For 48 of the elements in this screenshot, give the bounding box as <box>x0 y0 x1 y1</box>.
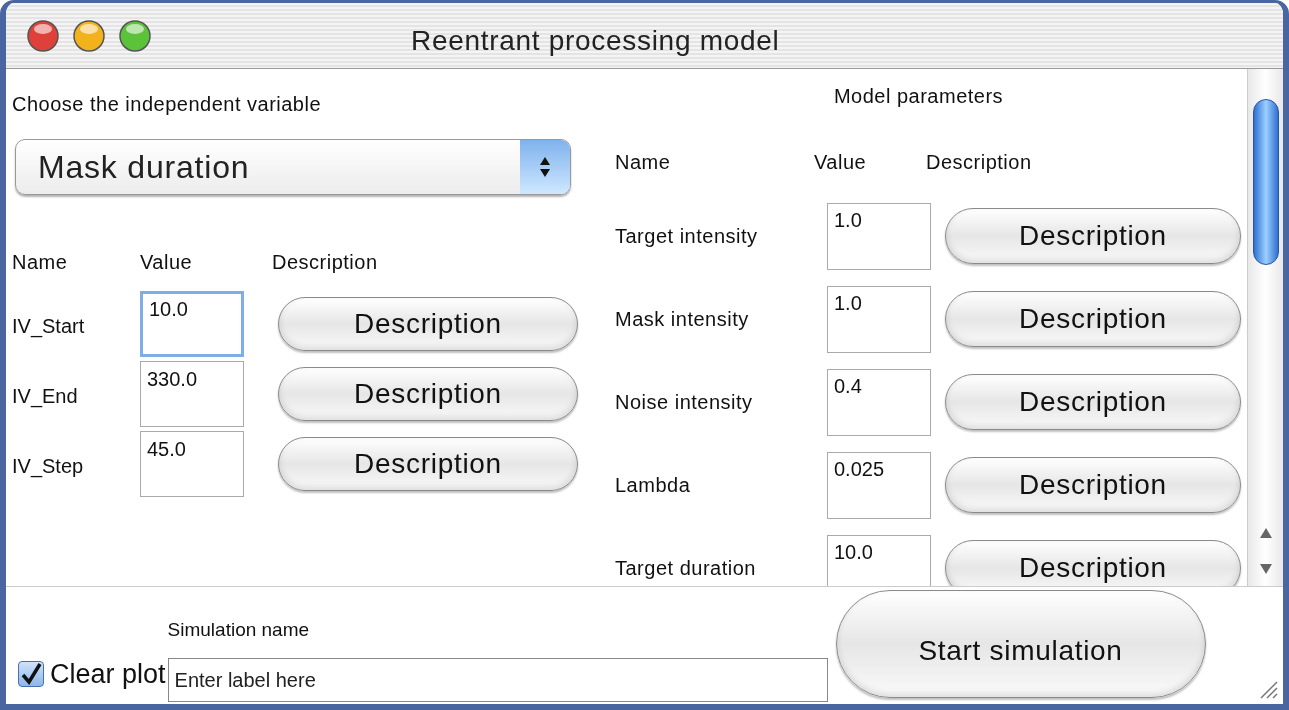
checkbox[interactable] <box>18 660 44 687</box>
parameter-name: Target duration <box>615 556 757 581</box>
value-field[interactable]: 10.0 <box>140 291 244 357</box>
column-header: Description <box>926 150 1033 175</box>
value-field[interactable]: 0.4 <box>827 369 931 436</box>
dropdown-arrows-icon <box>520 140 570 194</box>
variable-dropdown[interactable]: Mask duration <box>15 139 571 195</box>
value-field[interactable]: 1.0 <box>827 286 931 353</box>
window-button-icon[interactable] <box>72 18 106 53</box>
parameter-name: IV_Step <box>12 454 85 480</box>
start-simulation-button[interactable]: Start simulation <box>835 590 1206 698</box>
independent-variable-label: Choose the independent variable <box>12 92 323 117</box>
column-header: Name <box>614 150 672 175</box>
parameter-name: Lambda <box>615 473 692 498</box>
description-button[interactable]: Description <box>945 540 1241 586</box>
check-icon <box>20 661 42 686</box>
input-field[interactable]: Enter label here <box>167 658 828 702</box>
parameter-name: IV_Start <box>12 314 86 340</box>
value-field[interactable]: 0.025 <box>827 452 931 519</box>
description-button[interactable]: Description <box>945 291 1241 347</box>
value-field[interactable]: 10.0 <box>827 535 931 586</box>
value-field[interactable]: 330.0 <box>140 361 244 427</box>
scrollbar-thumb[interactable] <box>1252 99 1279 265</box>
value-field[interactable]: 1.0 <box>827 203 931 270</box>
description-button[interactable]: Description <box>945 457 1241 513</box>
window-button-icon[interactable] <box>26 18 60 53</box>
scrollbar[interactable] <box>1247 69 1283 586</box>
description-button[interactable]: Description <box>278 437 578 491</box>
window-button-icon[interactable] <box>118 18 152 53</box>
parameter-name: Target intensity <box>615 224 759 249</box>
parameter-name: Mask intensity <box>615 307 750 332</box>
parameter-name: IV_End <box>12 384 79 410</box>
column-header: Name <box>12 250 69 275</box>
column-header: Description <box>272 250 379 275</box>
checkbox-label: Clear plot <box>50 657 166 691</box>
panel-title: Model parameters <box>833 84 1004 109</box>
description-button[interactable]: Description <box>278 367 578 421</box>
window-title: Reentrant processing model <box>411 24 780 58</box>
scroll-up-icon[interactable] <box>1257 526 1274 540</box>
description-button[interactable]: Description <box>945 374 1241 430</box>
parameter-name: Noise intensity <box>615 390 754 415</box>
field-label: Simulation name <box>167 617 311 642</box>
column-header: Value <box>814 150 868 175</box>
column-header: Value <box>140 250 194 275</box>
description-button[interactable]: Description <box>278 297 578 351</box>
scroll-down-icon[interactable] <box>1257 562 1274 576</box>
description-button[interactable]: Description <box>945 208 1241 264</box>
value-field[interactable]: 45.0 <box>140 431 244 497</box>
